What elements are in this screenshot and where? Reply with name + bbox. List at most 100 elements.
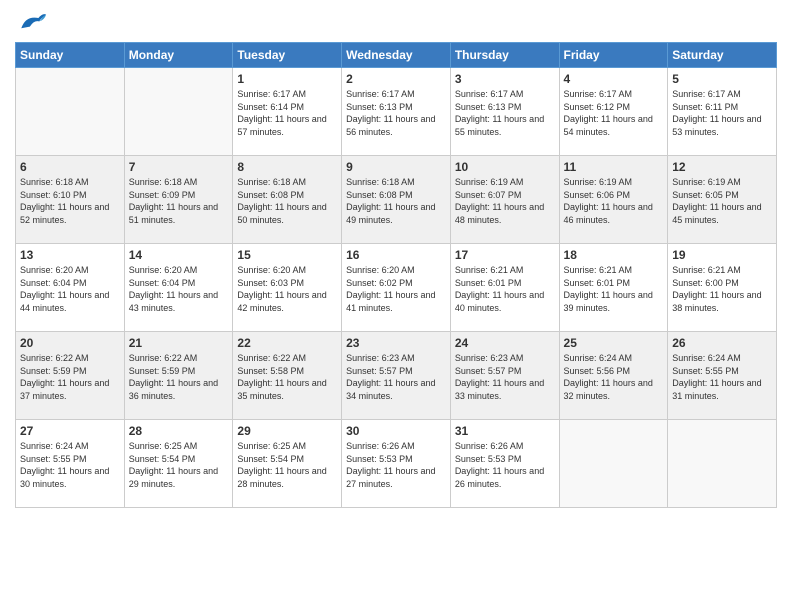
- weekday-header: Tuesday: [233, 43, 342, 68]
- calendar-cell: 19 Sunrise: 6:21 AM Sunset: 6:00 PM Dayli…: [668, 244, 777, 332]
- cell-info: Sunrise: 6:17 AM Sunset: 6:12 PM Dayligh…: [564, 88, 664, 138]
- day-number: 17: [455, 248, 555, 262]
- cell-info: Sunrise: 6:22 AM Sunset: 5:58 PM Dayligh…: [237, 352, 337, 402]
- day-number: 30: [346, 424, 446, 438]
- day-number: 1: [237, 72, 337, 86]
- cell-info: Sunrise: 6:20 AM Sunset: 6:03 PM Dayligh…: [237, 264, 337, 314]
- cell-info: Sunrise: 6:17 AM Sunset: 6:11 PM Dayligh…: [672, 88, 772, 138]
- day-number: 3: [455, 72, 555, 86]
- day-number: 21: [129, 336, 229, 350]
- cell-info: Sunrise: 6:23 AM Sunset: 5:57 PM Dayligh…: [346, 352, 446, 402]
- calendar-cell: 8 Sunrise: 6:18 AM Sunset: 6:08 PM Daylig…: [233, 156, 342, 244]
- weekday-header: Wednesday: [342, 43, 451, 68]
- day-number: 23: [346, 336, 446, 350]
- day-number: 19: [672, 248, 772, 262]
- day-number: 7: [129, 160, 229, 174]
- day-number: 6: [20, 160, 120, 174]
- cell-info: Sunrise: 6:23 AM Sunset: 5:57 PM Dayligh…: [455, 352, 555, 402]
- calendar-cell: 16 Sunrise: 6:20 AM Sunset: 6:02 PM Dayli…: [342, 244, 451, 332]
- day-number: 20: [20, 336, 120, 350]
- day-number: 2: [346, 72, 446, 86]
- cell-info: Sunrise: 6:20 AM Sunset: 6:04 PM Dayligh…: [129, 264, 229, 314]
- day-number: 22: [237, 336, 337, 350]
- calendar-cell: 15 Sunrise: 6:20 AM Sunset: 6:03 PM Dayli…: [233, 244, 342, 332]
- calendar-cell: 31 Sunrise: 6:26 AM Sunset: 5:53 PM Dayli…: [450, 420, 559, 508]
- cell-info: Sunrise: 6:18 AM Sunset: 6:10 PM Dayligh…: [20, 176, 120, 226]
- calendar-cell: [124, 68, 233, 156]
- day-number: 8: [237, 160, 337, 174]
- calendar-cell: 18Sunrise: 6:21 AM Sunset: 6:01 PM Dayli…: [559, 244, 668, 332]
- cell-info: Sunrise: 6:22 AM Sunset: 5:59 PM Dayligh…: [129, 352, 229, 402]
- day-number: 27: [20, 424, 120, 438]
- calendar-cell: 22 Sunrise: 6:22 AM Sunset: 5:58 PM Dayli…: [233, 332, 342, 420]
- cell-info: Sunrise: 6:20 AM Sunset: 6:04 PM Dayligh…: [20, 264, 120, 314]
- cell-info: Sunrise: 6:18 AM Sunset: 6:09 PM Dayligh…: [129, 176, 229, 226]
- calendar-cell: 21 Sunrise: 6:22 AM Sunset: 5:59 PM Dayli…: [124, 332, 233, 420]
- cell-info: Sunrise: 6:25 AM Sunset: 5:54 PM Dayligh…: [129, 440, 229, 490]
- calendar-cell: [559, 420, 668, 508]
- calendar-header-row: SundayMondayTuesdayWednesdayThursdayFrid…: [16, 43, 777, 68]
- day-number: 15: [237, 248, 337, 262]
- page: SundayMondayTuesdayWednesdayThursdayFrid…: [0, 0, 792, 612]
- day-number: 9: [346, 160, 446, 174]
- calendar-cell: 7 Sunrise: 6:18 AM Sunset: 6:09 PM Daylig…: [124, 156, 233, 244]
- cell-info: Sunrise: 6:24 AM Sunset: 5:55 PM Dayligh…: [20, 440, 120, 490]
- cell-info: Sunrise: 6:19 AM Sunset: 6:06 PM Dayligh…: [564, 176, 664, 226]
- day-number: 29: [237, 424, 337, 438]
- cell-info: Sunrise: 6:19 AM Sunset: 6:07 PM Dayligh…: [455, 176, 555, 226]
- cell-info: Sunrise: 6:17 AM Sunset: 6:13 PM Dayligh…: [346, 88, 446, 138]
- calendar-cell: 28 Sunrise: 6:25 AM Sunset: 5:54 PM Dayli…: [124, 420, 233, 508]
- day-number: 31: [455, 424, 555, 438]
- day-number: 13: [20, 248, 120, 262]
- cell-info: Sunrise: 6:18 AM Sunset: 6:08 PM Dayligh…: [237, 176, 337, 226]
- cell-info: Sunrise: 6:19 AM Sunset: 6:05 PM Dayligh…: [672, 176, 772, 226]
- calendar-cell: 24 Sunrise: 6:23 AM Sunset: 5:57 PM Dayli…: [450, 332, 559, 420]
- cell-info: Sunrise: 6:26 AM Sunset: 5:53 PM Dayligh…: [455, 440, 555, 490]
- day-number: 24: [455, 336, 555, 350]
- calendar-cell: 3 Sunrise: 6:17 AM Sunset: 6:13 PM Daylig…: [450, 68, 559, 156]
- calendar-cell: 12 Sunrise: 6:19 AM Sunset: 6:05 PM Dayli…: [668, 156, 777, 244]
- weekday-header: Thursday: [450, 43, 559, 68]
- calendar-cell: 2 Sunrise: 6:17 AM Sunset: 6:13 PM Daylig…: [342, 68, 451, 156]
- calendar-cell: 26Sunrise: 6:24 AM Sunset: 5:55 PM Dayli…: [668, 332, 777, 420]
- cell-info: Sunrise: 6:26 AM Sunset: 5:53 PM Dayligh…: [346, 440, 446, 490]
- cell-info: Sunrise: 6:21 AM Sunset: 6:00 PM Dayligh…: [672, 264, 772, 314]
- cell-info: Sunrise: 6:25 AM Sunset: 5:54 PM Dayligh…: [237, 440, 337, 490]
- calendar-cell: 25Sunrise: 6:24 AM Sunset: 5:56 PM Dayli…: [559, 332, 668, 420]
- weekday-header: Friday: [559, 43, 668, 68]
- calendar-cell: 30 Sunrise: 6:26 AM Sunset: 5:53 PM Dayli…: [342, 420, 451, 508]
- calendar-cell: 9 Sunrise: 6:18 AM Sunset: 6:08 PM Daylig…: [342, 156, 451, 244]
- calendar-cell: 20Sunrise: 6:22 AM Sunset: 5:59 PM Dayli…: [16, 332, 125, 420]
- day-number: 12: [672, 160, 772, 174]
- calendar-cell: 5 Sunrise: 6:17 AM Sunset: 6:11 PM Daylig…: [668, 68, 777, 156]
- calendar-cell: 17 Sunrise: 6:21 AM Sunset: 6:01 PM Dayli…: [450, 244, 559, 332]
- calendar-cell: 14 Sunrise: 6:20 AM Sunset: 6:04 PM Dayli…: [124, 244, 233, 332]
- calendar-cell: 4 Sunrise: 6:17 AM Sunset: 6:12 PM Daylig…: [559, 68, 668, 156]
- calendar-cell: 10 Sunrise: 6:19 AM Sunset: 6:07 PM Dayli…: [450, 156, 559, 244]
- day-number: 28: [129, 424, 229, 438]
- day-number: 4: [564, 72, 664, 86]
- calendar-cell: [16, 68, 125, 156]
- cell-info: Sunrise: 6:18 AM Sunset: 6:08 PM Dayligh…: [346, 176, 446, 226]
- calendar-cell: 27 Sunrise: 6:24 AM Sunset: 5:55 PM Dayli…: [16, 420, 125, 508]
- day-number: 10: [455, 160, 555, 174]
- cell-info: Sunrise: 6:17 AM Sunset: 6:13 PM Dayligh…: [455, 88, 555, 138]
- calendar-cell: 13 Sunrise: 6:20 AM Sunset: 6:04 PM Dayli…: [16, 244, 125, 332]
- day-number: 26: [672, 336, 772, 350]
- cell-info: Sunrise: 6:24 AM Sunset: 5:56 PM Dayligh…: [564, 352, 664, 402]
- logo-bird-icon: [17, 10, 47, 38]
- cell-info: Sunrise: 6:20 AM Sunset: 6:02 PM Dayligh…: [346, 264, 446, 314]
- weekday-header: Sunday: [16, 43, 125, 68]
- day-number: 18: [564, 248, 664, 262]
- day-number: 5: [672, 72, 772, 86]
- weekday-header: Monday: [124, 43, 233, 68]
- cell-info: Sunrise: 6:21 AM Sunset: 6:01 PM Dayligh…: [455, 264, 555, 314]
- weekday-header: Saturday: [668, 43, 777, 68]
- cell-info: Sunrise: 6:17 AM Sunset: 6:14 PM Dayligh…: [237, 88, 337, 138]
- logo: [15, 10, 47, 34]
- day-number: 11: [564, 160, 664, 174]
- day-number: 16: [346, 248, 446, 262]
- calendar-cell: 11 Sunrise: 6:19 AM Sunset: 6:06 PM Dayli…: [559, 156, 668, 244]
- day-number: 14: [129, 248, 229, 262]
- calendar-cell: 29 Sunrise: 6:25 AM Sunset: 5:54 PM Dayli…: [233, 420, 342, 508]
